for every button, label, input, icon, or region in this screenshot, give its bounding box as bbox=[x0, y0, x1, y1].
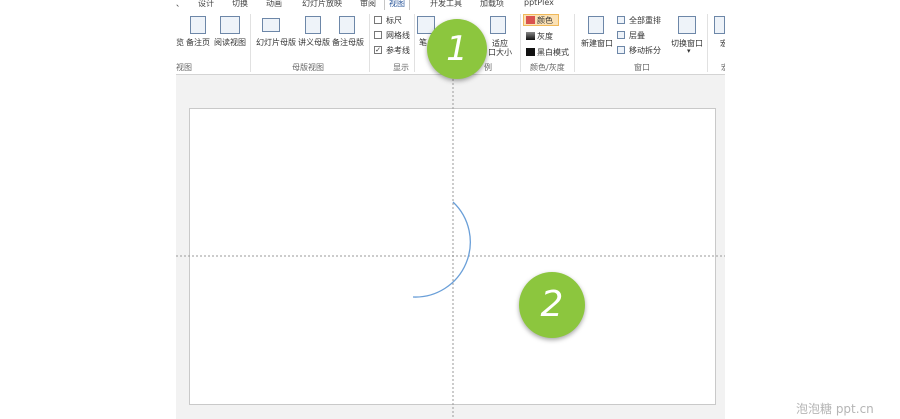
watermark: 泡泡糖 ppt.cn bbox=[796, 402, 874, 416]
arc-shape[interactable] bbox=[412, 201, 471, 298]
app-window: 、 设计 切换 动画 幻灯片放映 审阅 视图 开发工具 加载项 pptPlex … bbox=[0, 0, 900, 419]
step-badge-2: 2 bbox=[519, 272, 585, 338]
step-badge-1: 1 bbox=[427, 19, 487, 79]
